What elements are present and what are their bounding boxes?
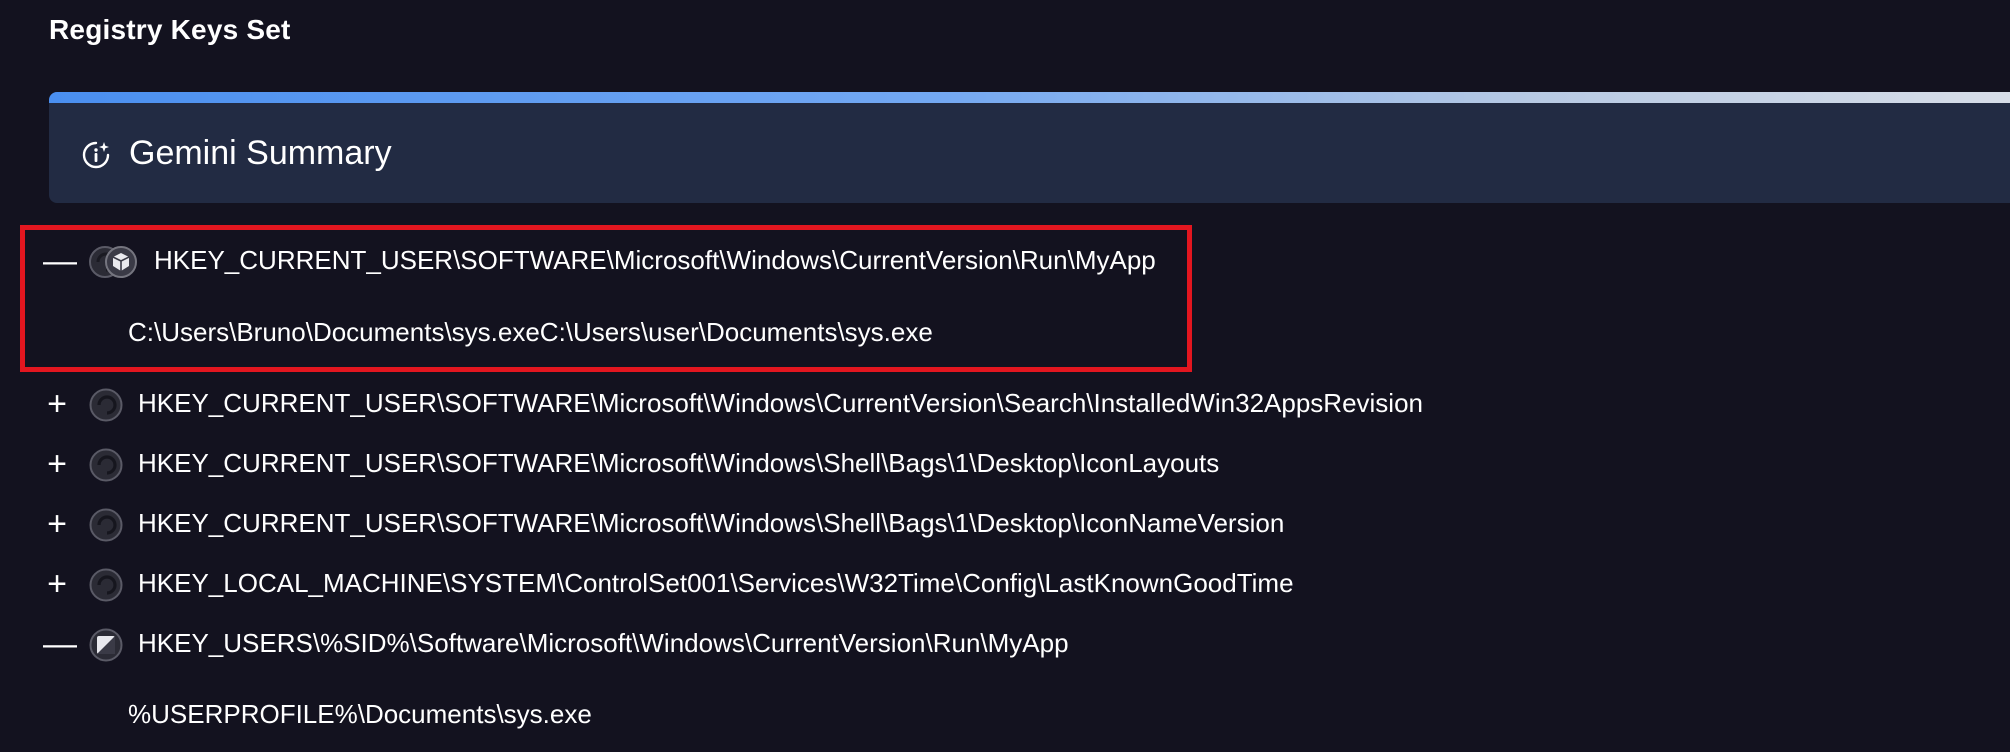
registry-entry: + HKEY_CURRENT_USER\SOFTWARE\Microsoft\W… <box>0 442 2010 488</box>
summary-gradient-bar <box>49 92 2010 103</box>
sandbox-circle-icon <box>88 447 124 483</box>
registry-key-path[interactable]: HKEY_CURRENT_USER\SOFTWARE\Microsoft\Win… <box>154 245 1156 276</box>
registry-value: C:\Users\Bruno\Documents\sys.exeC:\Users… <box>128 317 933 347</box>
slash-square-icon <box>88 627 124 663</box>
registry-key-path[interactable]: HKEY_CURRENT_USER\SOFTWARE\Microsoft\Win… <box>138 448 1219 479</box>
registry-key-path[interactable]: HKEY_CURRENT_USER\SOFTWARE\Microsoft\Win… <box>138 508 1284 539</box>
sandbox-circle-icon <box>88 387 124 423</box>
registry-entry: + HKEY_CURRENT_USER\SOFTWARE\Microsoft\W… <box>0 502 2010 548</box>
expand-toggle[interactable]: + <box>43 447 71 481</box>
collapse-toggle[interactable]: — <box>43 244 77 278</box>
registry-entry: + HKEY_CURRENT_USER\SOFTWARE\Microsoft\W… <box>0 382 2010 428</box>
registry-entry: + HKEY_LOCAL_MACHINE\SYSTEM\ControlSet00… <box>0 562 2010 608</box>
registry-key-path[interactable]: HKEY_LOCAL_MACHINE\SYSTEM\ControlSet001\… <box>138 568 1294 599</box>
registry-entry: — HKEY_USERS\%SID%\Software\Microsoft\Wi… <box>0 622 2010 668</box>
registry-key-path[interactable]: HKEY_CURRENT_USER\SOFTWARE\Microsoft\Win… <box>138 388 1423 419</box>
registry-value: %USERPROFILE%\Documents\sys.exe <box>128 699 592 729</box>
expand-toggle[interactable]: + <box>43 507 71 541</box>
ai-summary-icon <box>81 140 111 170</box>
registry-entry: — HKEY_CURRENT_USER\SOFTWARE\Microsoft\W… <box>0 239 2010 285</box>
gemini-summary-card[interactable]: Gemini Summary <box>49 92 2010 203</box>
section-title: Registry Keys Set <box>49 14 291 45</box>
sandbox-circle-icon <box>88 567 124 603</box>
sandbox-circle-icon <box>88 507 124 543</box>
collapse-toggle[interactable]: — <box>43 627 77 661</box>
summary-label: Gemini Summary <box>129 134 392 172</box>
expand-toggle[interactable]: + <box>43 567 71 601</box>
multi-engine-badge-icon <box>88 244 142 280</box>
expand-toggle[interactable]: + <box>43 387 71 421</box>
registry-key-path[interactable]: HKEY_USERS\%SID%\Software\Microsoft\Wind… <box>138 628 1069 659</box>
registry-keys-panel: Registry Keys Set Gemini Summary — HKEY_ <box>0 0 2010 752</box>
